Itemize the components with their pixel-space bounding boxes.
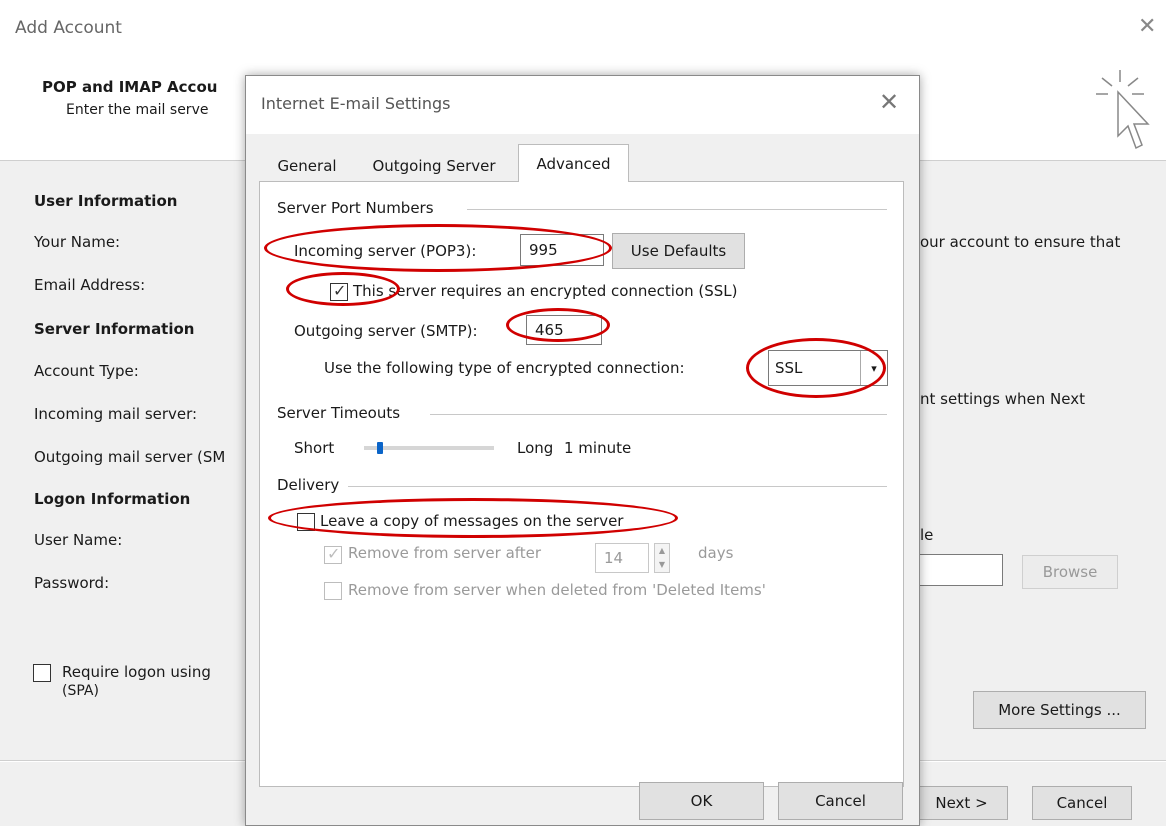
header-title: POP and IMAP Accou [42,78,218,96]
long-label: Long [517,439,554,457]
timeout-slider-thumb[interactable] [377,442,383,454]
user-name-label: User Name: [34,531,123,549]
ssl-required-checkbox[interactable]: ✓ [330,281,348,301]
outgoing-port-input[interactable]: 465 [526,315,602,345]
group-divider [467,209,887,210]
outgoing-server-label: Outgoing server (SMTP): [294,322,478,340]
group-divider [430,414,887,415]
window-title: Add Account [15,18,122,38]
group-divider [348,486,887,487]
remove-after-checkbox[interactable]: ✓ [324,544,342,564]
days-label: days [698,544,734,562]
ok-button[interactable]: OK [639,782,764,820]
user-info-heading: User Information [34,192,178,210]
short-label: Short [294,439,335,457]
incoming-port-input[interactable]: 995 [520,234,604,266]
outer-cancel-button[interactable]: Cancel [1032,786,1132,820]
encryption-type-select[interactable]: SSL ▾ [768,350,888,386]
your-name-label: Your Name: [34,233,121,251]
delivery-heading: Delivery [277,476,340,494]
tab-general[interactable]: General [266,151,348,181]
remove-after-label: Remove from server after [348,544,542,562]
remove-when-deleted-label: Remove from server when deleted from 'De… [348,581,766,599]
tab-outgoing-server[interactable]: Outgoing Server [352,151,516,181]
require-logon-label: Require logon using [62,663,211,681]
dialog-cancel-button[interactable]: Cancel [778,782,903,820]
email-address-label: Email Address: [34,276,146,294]
right-description-1: our account to ensure that [920,233,1121,251]
ssl-required-label: This server requires an encrypted connec… [353,282,738,300]
remove-days-input[interactable]: 14 [595,543,649,573]
encryption-type-value: SSL [775,359,803,377]
spa-label: (SPA) [62,683,99,699]
more-settings-button[interactable]: More Settings ... [973,691,1146,729]
server-timeouts-heading: Server Timeouts [277,404,401,422]
incoming-server-label: Incoming server (POP3): [294,242,477,260]
require-logon-checkbox[interactable] [33,664,51,682]
chevron-down-icon[interactable]: ▾ [860,351,887,385]
incoming-mail-server-label: Incoming mail server: [34,405,198,423]
leave-copy-checkbox[interactable] [297,513,315,531]
outgoing-mail-server-label: Outgoing mail server (SM [34,448,226,466]
tab-advanced[interactable]: Advanced [518,144,629,182]
days-spinner[interactable]: ▲ ▼ [654,543,670,573]
right-description-2: nt settings when Next [920,390,1085,408]
file-path-input[interactable] [915,554,1003,586]
password-label: Password: [34,574,110,592]
close-icon[interactable]: ✕ [1138,14,1156,39]
timeout-slider[interactable] [364,446,494,450]
leave-copy-label: Leave a copy of messages on the server [320,512,624,530]
server-port-numbers-heading: Server Port Numbers [277,199,434,217]
remove-when-deleted-checkbox[interactable] [324,582,342,600]
dialog-title: Internet E-mail Settings [261,94,451,113]
header-subtitle: Enter the mail serve [66,102,209,118]
internet-email-settings-dialog: Internet E-mail Settings ✕ General Outgo… [245,75,920,826]
cursor-icon [1090,66,1154,156]
encryption-type-label: Use the following type of encrypted conn… [324,359,685,377]
browse-button[interactable]: Browse [1022,555,1118,589]
logon-info-heading: Logon Information [34,490,191,508]
next-button[interactable]: Next > [915,786,1008,820]
timeout-value: 1 minute [564,439,632,457]
account-type-label: Account Type: [34,362,139,380]
use-defaults-button[interactable]: Use Defaults [612,233,745,269]
right-description-3: le [920,526,934,544]
dialog-close-icon[interactable]: ✕ [879,88,899,116]
server-info-heading: Server Information [34,320,195,338]
advanced-tab-panel: Server Port Numbers Incoming server (POP… [259,181,904,787]
